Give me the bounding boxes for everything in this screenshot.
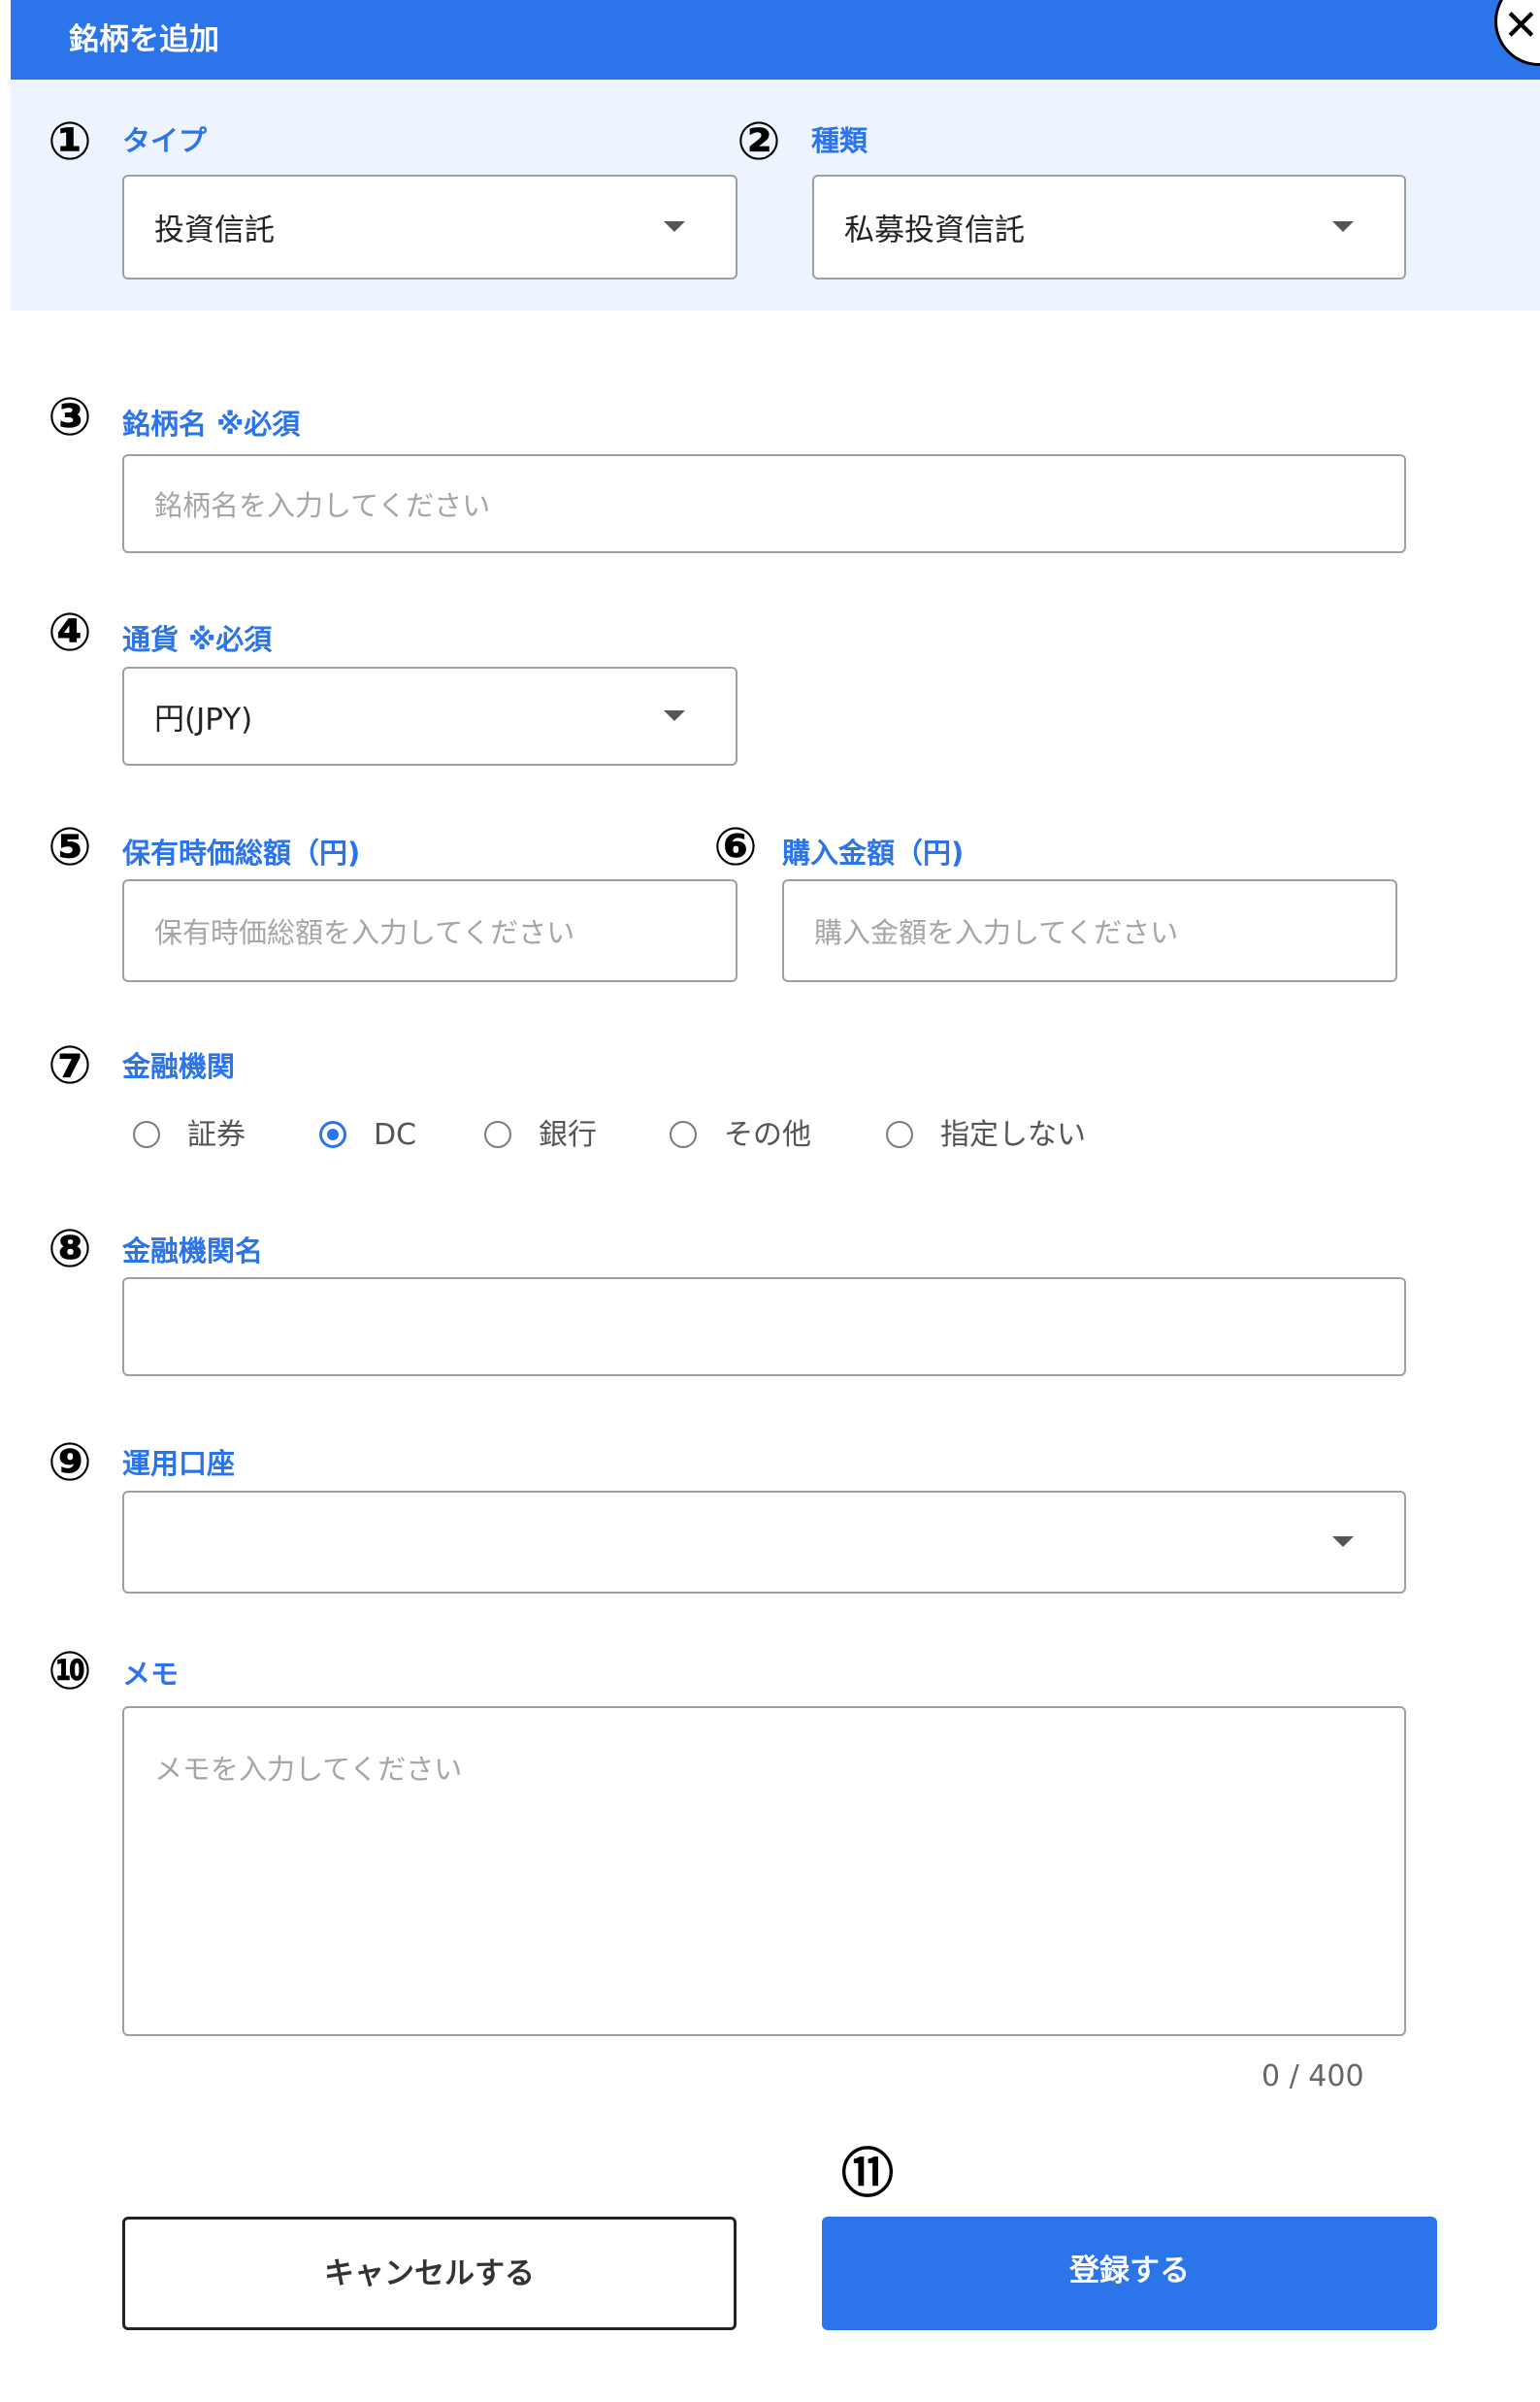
memo-char-counter: 0 / 400 <box>1261 2059 1364 2093</box>
currency-select[interactable]: 円(JPY) <box>122 667 737 766</box>
currency-label: 通貨 ※必須 <box>122 623 273 656</box>
annotation-number-4: ④ <box>48 602 92 663</box>
radio-circle <box>133 1121 160 1148</box>
institution-name-input[interactable] <box>122 1277 1406 1376</box>
holding-total-input[interactable]: 保有時価総額を入力してください <box>122 879 737 982</box>
radio-label: 銀行 <box>539 1118 597 1152</box>
annotation-number-8: ⑧ <box>48 1218 92 1279</box>
memo-textarea[interactable]: メモを入力してください <box>122 1706 1406 2036</box>
chevron-down-icon <box>664 710 685 721</box>
chevron-down-icon <box>1332 221 1354 232</box>
holding-total-label: 保有時価総額（円) <box>122 837 361 870</box>
annotation-number-6: ⑥ <box>713 816 758 877</box>
annotation-number-5: ⑤ <box>48 816 92 877</box>
annotation-number-3: ③ <box>48 386 92 447</box>
purchase-amount-label: 購入金額（円) <box>782 837 965 870</box>
cancel-button[interactable]: キャンセルする <box>122 2217 737 2330</box>
name-input-placeholder: 銘柄名を入力してください <box>154 489 491 522</box>
annotation-number-9: ⑨ <box>48 1431 92 1493</box>
institution-name-label: 金融機関名 <box>122 1234 264 1267</box>
kind-select-value: 私募投資信託 <box>844 213 1025 248</box>
purchase-amount-placeholder: 購入金額を入力してください <box>814 916 1179 949</box>
radio-label: その他 <box>724 1118 811 1152</box>
memo-placeholder: メモを入力してください <box>154 1753 463 1786</box>
radio-circle-selected <box>319 1121 346 1148</box>
radio-label: 指定しない <box>940 1118 1086 1152</box>
radio-circle <box>484 1121 511 1148</box>
close-icon: ✕ <box>1503 1 1539 50</box>
memo-label: メモ <box>122 1658 180 1691</box>
annotation-number-7: ⑦ <box>48 1035 92 1096</box>
currency-select-value: 円(JPY) <box>154 702 253 738</box>
dialog-title: 銘柄を追加 <box>69 22 219 57</box>
type-label: タイプ <box>122 124 208 157</box>
account-select[interactable] <box>122 1491 1406 1594</box>
type-select[interactable]: 投資信託 <box>122 175 737 280</box>
dialog-header: 銘柄を追加 <box>11 0 1540 80</box>
add-holding-dialog: 銘柄を追加 ✕ ① タイプ 投資信託 ② 種類 私募投資信託 ③ 銘柄名 ※必須… <box>0 0 1540 2402</box>
radio-circle <box>670 1121 697 1148</box>
chevron-down-icon <box>664 221 685 232</box>
annotation-number-10: ⑩ <box>48 1640 92 1701</box>
annotation-number-2: ② <box>737 111 781 172</box>
kind-select[interactable]: 私募投資信託 <box>812 175 1406 280</box>
annotation-number-11: ⑪ <box>841 2143 894 2204</box>
radio-label: DC <box>374 1118 417 1152</box>
name-input[interactable]: 銘柄名を入力してください <box>122 454 1406 553</box>
type-select-value: 投資信託 <box>154 213 275 248</box>
account-label: 運用口座 <box>122 1447 236 1480</box>
radio-circle <box>886 1121 913 1148</box>
kind-label: 種類 <box>811 124 868 157</box>
institution-label: 金融機関 <box>122 1050 236 1083</box>
holding-total-placeholder: 保有時価総額を入力してください <box>154 916 575 949</box>
register-button[interactable]: 登録する <box>822 2217 1437 2330</box>
name-label: 銘柄名 ※必須 <box>122 408 301 441</box>
radio-label: 証券 <box>187 1118 246 1152</box>
chevron-down-icon <box>1332 1536 1354 1547</box>
annotation-number-1: ① <box>48 111 92 172</box>
purchase-amount-input[interactable]: 購入金額を入力してください <box>782 879 1397 982</box>
